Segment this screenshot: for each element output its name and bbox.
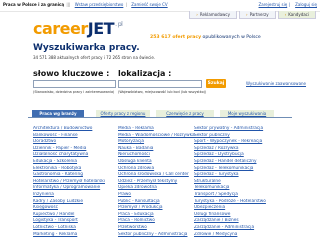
category-link[interactable]: Hotelarstwo / Przemysł hotelarski [33,179,117,186]
top-bar-left: Praca w Polsce i za granicą ||| Wstaw pr… [3,2,168,7]
category-link[interactable]: Nauka - Badania [118,146,202,153]
category-link[interactable]: Sprzedaż - Dystrybucja [194,152,278,159]
offers-count-tagline: 253 617 ofert pracy opublikowanych w Pol… [150,35,261,40]
post-company-link[interactable]: Wstaw przedsiębiorstwo [75,2,124,7]
category-link[interactable]: Sprzedaż - Telekomunikacja [194,166,278,173]
careerjet-logo[interactable]: careerJET. pl [33,19,123,38]
category-link[interactable]: Motoryzacja [118,139,202,146]
category-column-2: Media - Reklama Media - Wiadomościowe / R… [118,126,202,238]
login-link[interactable]: Zaloguj się [295,2,317,7]
account-links: Zarejestruj się | Zaloguj się [255,2,317,7]
category-link[interactable]: Sprzedaż / Rozrywka [194,146,278,153]
keywords-input[interactable] [33,80,116,88]
category-link[interactable]: Sprzedaż - Turystyka [194,172,278,179]
category-link[interactable]: Lotnictwo - Lotniska [33,225,117,232]
category-link[interactable]: Turystyka - Podróże - Hotelarstwo [194,199,278,206]
separator: | [125,2,127,7]
category-link[interactable]: Bankowość - Finanse [33,133,117,140]
category-link[interactable]: Odzież - Przemysł tekstylny [118,179,202,186]
category-link[interactable]: Działalność charytatywna [33,152,117,159]
keywords-hint: (Stanowisko, dziedzina pracy i zainteres… [33,90,115,94]
separator: | [288,2,290,7]
category-link[interactable]: Zarządzanie - Administracja [194,225,278,232]
category-link[interactable]: Sektor publiczny [194,133,278,140]
category-link[interactable]: Księgowość [33,205,117,212]
category-link[interactable]: Prawo [118,192,202,199]
category-link[interactable]: Praca - Rolnictwo [118,218,202,225]
category-tabs: Praca wg branży Oferty pracy z regionu C… [28,110,292,118]
tab-partners[interactable]: Partnerzy [239,11,276,19]
location-label: lokalizacja : [118,69,172,78]
category-link[interactable]: Opieka zdrowotna [118,185,202,192]
category-link[interactable]: Ochrona środowiska / Call center [118,172,202,179]
category-link[interactable]: Przemysł / Produkcja [118,205,202,212]
category-link[interactable]: Sprzedaż - Handel detaliczny [194,159,278,166]
category-link[interactable]: Media - Reklama [118,126,202,133]
category-link[interactable]: Strukturalne [194,179,278,186]
category-link[interactable]: Telekomunikacja [194,185,278,192]
category-link[interactable]: Sektor publiczny - Administracja [118,232,202,239]
location-input[interactable] [118,80,202,88]
category-link[interactable]: Logistyka - Transport [33,218,117,225]
category-link[interactable]: Przetwórstwo [118,225,202,232]
logo-career: career [33,19,88,38]
category-link[interactable]: Informatyka / Oprogramowanie [33,185,117,192]
offers-count: 253 617 ofert pracy [150,35,202,40]
tab-advertisers[interactable]: Reklamodawcy [189,11,238,19]
tab-jobs-by-region[interactable]: Oferty pracy z regionu [96,110,150,117]
keywords-label: słowo kluczowe : [33,69,110,78]
search-button[interactable]: Szukaj [206,79,226,88]
tab-job-news[interactable]: Czerwięcie z pracy [156,110,214,117]
category-link[interactable]: Marketing - Reklama [33,232,117,239]
category-link[interactable]: Transport / Spedycja [194,192,278,199]
category-link[interactable]: Sektor prywatny - Administracja [194,126,278,133]
category-link[interactable]: Sport - Wypoczynek - Rekreacja [194,139,278,146]
category-link[interactable]: Usługi finansowe [194,212,278,219]
category-link[interactable]: Public - Konsultacja [118,199,202,206]
category-column-3: Sektor prywatny - Administracja Sektor pu… [194,126,278,238]
category-link[interactable]: Nieruchomości [118,152,202,159]
category-column-1: Architektura / Budownictwo Bankowość - Fi… [33,126,117,238]
category-link[interactable]: Zarządzanie / Biznes [194,218,278,225]
advanced-search-link[interactable]: Wyszukiwanie zaawansowane [246,81,306,86]
tab-my-searches[interactable]: Moje wyszukiwania [220,110,274,117]
site-tagline: Praca w Polsce i za granicą [3,2,65,7]
page-title: Wyszukiwarka pracy. [33,43,140,53]
category-link[interactable]: Gastronomia - Katering [33,172,117,179]
post-cv-link[interactable]: Zamieść swoje CV [131,2,167,7]
tab-candidates[interactable]: Kandydaci [277,11,316,19]
category-link[interactable]: Doradztwo [33,139,117,146]
category-link[interactable]: Dziennik - Papier - Media [33,146,117,153]
logo-jet: JET [87,19,115,38]
register-link[interactable]: Zarejestruj się [259,2,288,7]
category-link[interactable]: Media - Wiadomościowe / Rozrywka [118,133,202,140]
category-link[interactable]: Ubezpieczenia [194,205,278,212]
category-link[interactable]: Architektura / Budownictwo [33,126,117,133]
category-link[interactable]: Praca - Edukacja [118,212,202,219]
offers-count-suffix: opublikowanych w Polsce [201,35,261,40]
category-link[interactable]: Inżynieria [33,192,117,199]
page-subtitle: 34 571 388 aktualnych ofert pracy i 72 2… [33,55,156,60]
category-link[interactable]: Elektronika - Robotyka [33,166,117,173]
category-link[interactable]: Zdrowie / Medycyna [194,232,278,239]
category-link[interactable]: Kadry / Zasoby Ludzkie [33,199,117,206]
category-link[interactable]: Obsługa klienta [118,159,202,166]
category-link[interactable]: Ochrona zdrowia [118,166,202,173]
category-link[interactable]: Edukacja - Szkolenia [33,159,117,166]
logo-tld: . pl [115,21,123,28]
tab-jobs-by-industry[interactable]: Praca wg branży [32,110,84,117]
audience-tabs: Reklamodawcy Partnerzy Kandydaci [189,11,316,19]
separator: ||| [66,2,71,7]
category-link[interactable]: Kupiectwo / Handel [33,212,117,219]
location-hint: (Województwo, miejscowość lub kod (lub w… [118,90,207,94]
